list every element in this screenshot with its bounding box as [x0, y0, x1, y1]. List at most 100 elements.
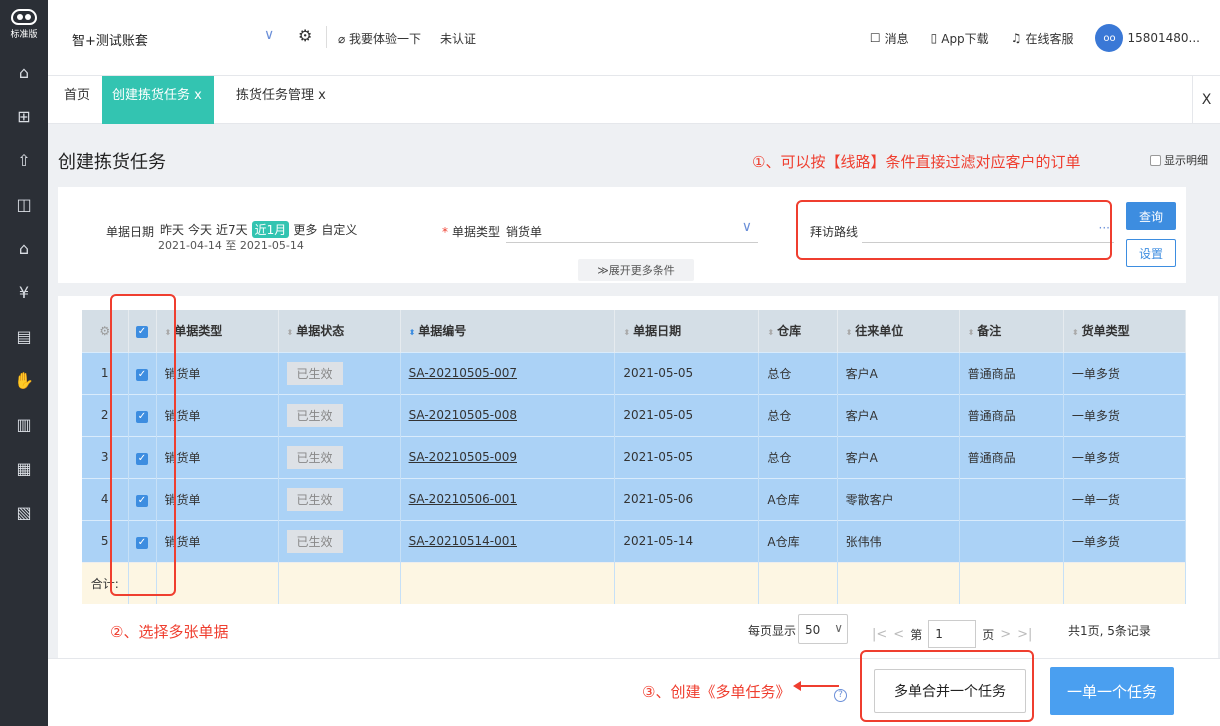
tab-create-picking-task[interactable]: 创建拣货任务 x	[102, 76, 214, 124]
show-detail-checkbox[interactable]: 显示明细	[1150, 152, 1208, 168]
online-service-link[interactable]: ♫ 在线客服	[1011, 30, 1074, 47]
record-summary: 共1页, 5条记录	[1068, 624, 1151, 638]
sort-icon: ⬍	[967, 328, 975, 338]
header-doc-code[interactable]: ⬍ 单据编号	[400, 310, 616, 352]
doc-code-link[interactable]: SA-20210505-007	[409, 366, 517, 380]
total-row: 合计:	[82, 561, 1187, 604]
page-input[interactable]: 1	[928, 620, 977, 648]
per-page-select[interactable]: 50 ∨	[798, 614, 848, 644]
hand-icon[interactable]: ✋	[0, 360, 48, 400]
cell-doc-code: SA-20210505-007	[400, 351, 616, 394]
receipt-icon[interactable]: ▤	[0, 316, 48, 356]
cell-note: 普通商品	[959, 351, 1064, 394]
chevron-down-icon: ∨	[741, 219, 752, 235]
date-option-yesterday[interactable]: 昨天	[160, 221, 184, 238]
cell-warehouse: A仓库	[758, 477, 838, 520]
next-page-icon[interactable]: >	[1000, 627, 1011, 642]
header-warehouse[interactable]: ⬍ 仓库	[758, 310, 838, 352]
table-header: ⚙ ✓ ⬍ 单据类型 ⬍ 单据状态 ⬍ 单据编号 ⬍ 单据日期 ⬍ 仓库 ⬍ 往来单位 ⬍ 备…	[82, 310, 1187, 352]
total-cell	[278, 561, 401, 604]
top-right-menu: ☐ 消息 ▯ App下载 ♫ 在线客服 oo 15801480...	[870, 24, 1200, 52]
double-chevron-icon: ≫	[597, 263, 609, 277]
header-label: 备注	[977, 324, 1002, 339]
header-doc-date[interactable]: ⬍ 单据日期	[614, 310, 760, 352]
cell-order-kind: 一单多货	[1063, 393, 1187, 436]
total-cell	[614, 561, 760, 604]
cell-warehouse: 总仓	[758, 393, 838, 436]
doc-code-link[interactable]: SA-20210506-001	[409, 492, 517, 506]
table-row[interactable]: 1 ✓ 销货单 已生效 SA-20210505-007 2021-05-05 总仓 客户A 普通…	[82, 351, 1187, 394]
table-row[interactable]: 2 ✓ 销货单 已生效 SA-20210505-008 2021-05-05 总仓 客户A 普通…	[82, 393, 1187, 436]
date-option-custom[interactable]: 自定义	[321, 221, 357, 238]
one-task-per-order-button[interactable]: 一单一个任务	[1050, 667, 1174, 715]
gift-icon[interactable]: ⊞	[0, 96, 48, 136]
close-all-tabs-button[interactable]: X	[1192, 76, 1220, 124]
messages-label: 消息	[884, 31, 909, 46]
pagination: 每页显示 50 ∨ |< < 第 1 页 > >| 共1页, 5条记录	[58, 606, 1218, 654]
header-party[interactable]: ⬍ 往来单位	[837, 310, 960, 352]
order-table: ⚙ ✓ ⬍ 单据类型 ⬍ 单据状态 ⬍ 单据编号 ⬍ 单据日期 ⬍ 仓库 ⬍ 往来单位 ⬍ 备…	[82, 310, 1187, 604]
cell-party: 客户A	[837, 351, 960, 394]
bag-icon[interactable]: ◫	[0, 184, 48, 224]
doc-code-link[interactable]: SA-20210505-009	[409, 450, 517, 464]
date-option-more[interactable]: 更多	[293, 221, 317, 238]
message-icon: ☐	[869, 31, 881, 45]
table-row[interactable]: 3 ✓ 销货单 已生效 SA-20210505-009 2021-05-05 总仓 客户A 普通…	[82, 435, 1187, 478]
date-option-7days[interactable]: 近7天	[216, 221, 248, 238]
prev-page-icon[interactable]: <	[893, 627, 904, 642]
messages-link[interactable]: ☐ 消息	[870, 30, 909, 47]
date-option-today[interactable]: 今天	[188, 221, 212, 238]
report-icon[interactable]: ▧	[0, 492, 48, 532]
cell-doc-date: 2021-05-05	[614, 351, 760, 394]
logo[interactable]: 标准版	[0, 0, 48, 48]
date-options: 昨天 今天 近7天 近1月 更多 自定义	[160, 221, 357, 238]
cell-doc-date: 2021-05-05	[614, 393, 760, 436]
header-doc-status[interactable]: ⬍ 单据状态	[278, 310, 401, 352]
account-selector[interactable]: 智+测试账套	[72, 30, 148, 49]
arrow-left-icon	[793, 681, 839, 691]
first-page-icon[interactable]: |<	[872, 627, 887, 642]
table-row[interactable]: 4 ✓ 销货单 已生效 SA-20210506-001 2021-05-06 A仓库 零散客户…	[82, 477, 1187, 520]
date-option-1month[interactable]: 近1月	[251, 221, 290, 238]
status-badge: 已生效	[286, 445, 343, 469]
total-cell	[959, 561, 1064, 604]
app-download-link[interactable]: ▯ App下载	[931, 30, 989, 47]
try-experience-link[interactable]: ⌀ 我要体验一下	[338, 30, 421, 47]
doc-code-link[interactable]: SA-20210505-008	[409, 408, 517, 422]
tab-picking-task-management[interactable]: 拣货任务管理 x	[226, 76, 336, 124]
gear-icon[interactable]: ⚙	[298, 26, 312, 45]
clipboard-icon[interactable]: ▦	[0, 448, 48, 488]
store-icon[interactable]: ⌂	[0, 228, 48, 268]
cell-doc-status: 已生效	[278, 519, 401, 562]
chevron-down-icon[interactable]: ∨	[264, 27, 274, 43]
tab-bar: 首页 创建拣货任务 x 拣货任务管理 x X	[48, 76, 1220, 124]
last-page-icon[interactable]: >|	[1017, 627, 1032, 642]
home-icon[interactable]: ⌂	[0, 52, 48, 92]
header-label: 仓库	[777, 324, 802, 339]
tab-home[interactable]: 首页	[54, 76, 100, 124]
money-bag-icon[interactable]: ¥	[0, 272, 48, 312]
header-note[interactable]: ⬍ 备注	[959, 310, 1064, 352]
total-cell	[758, 561, 838, 604]
header-order-kind[interactable]: ⬍ 货单类型	[1063, 310, 1187, 352]
cell-warehouse: 总仓	[758, 351, 838, 394]
unverified-status[interactable]: 未认证	[440, 30, 476, 47]
cell-doc-status: 已生效	[278, 393, 401, 436]
settings-button[interactable]: 设置	[1126, 239, 1176, 267]
upload-icon[interactable]: ⇧	[0, 140, 48, 180]
owl-logo-icon	[11, 8, 37, 25]
rocket-icon: ⌀	[338, 32, 350, 46]
doc-code-link[interactable]: SA-20210514-001	[409, 534, 517, 548]
document-icon[interactable]: ▥	[0, 404, 48, 444]
user-menu[interactable]: oo 15801480...	[1095, 24, 1200, 52]
status-badge: 已生效	[286, 403, 343, 427]
sort-icon: ⬍	[1071, 328, 1079, 338]
query-button[interactable]: 查询	[1126, 202, 1176, 230]
expand-more-conditions-button[interactable]: ≫ 展开更多条件	[578, 259, 694, 281]
table-row[interactable]: 5 ✓ 销货单 已生效 SA-20210514-001 2021-05-14 A仓库 张伟伟一…	[82, 519, 1187, 562]
cell-doc-date: 2021-05-14	[614, 519, 760, 562]
doc-type-select[interactable]: 销货单 ∨	[506, 217, 758, 243]
expand-label: 展开更多条件	[608, 264, 675, 277]
status-badge: 已生效	[286, 361, 343, 385]
help-icon[interactable]: ?	[834, 689, 847, 702]
